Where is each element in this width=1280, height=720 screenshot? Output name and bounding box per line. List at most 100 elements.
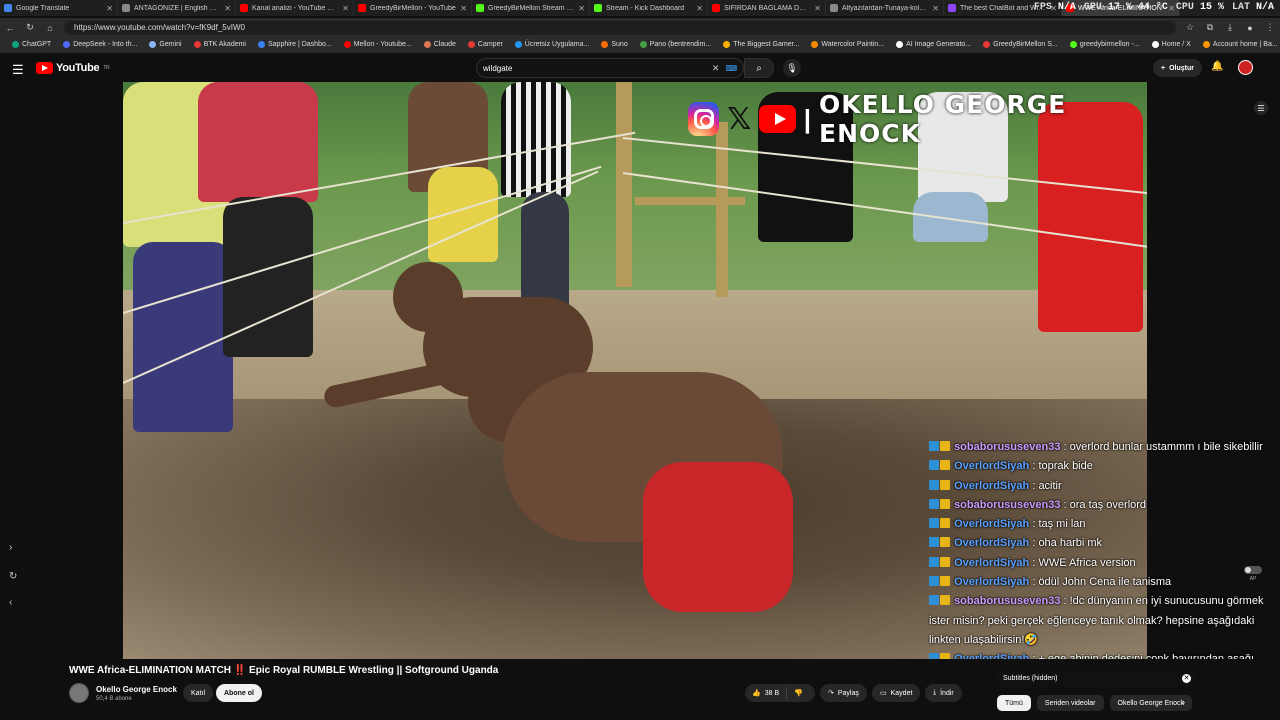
filter-chip[interactable]: Tümü: [997, 695, 1031, 711]
create-button[interactable]: + Oluştur: [1153, 59, 1202, 77]
bookmark-item[interactable]: ChatGPT: [6, 41, 57, 48]
chevron-right-icon[interactable]: ›: [9, 542, 12, 553]
bookmark-item[interactable]: Watercolor Paintin...: [805, 41, 890, 48]
subscribe-button[interactable]: Abone ol: [216, 684, 262, 702]
bookmark-item[interactable]: GreedyBirMellon S...: [977, 41, 1064, 48]
voice-search-button[interactable]: 🎙: [783, 59, 801, 77]
chat-text: ora taş overlord: [1069, 498, 1147, 511]
bookmark-item[interactable]: Gemini: [143, 41, 187, 48]
bookmark-favicon-icon: [723, 41, 731, 48]
keyboard-icon[interactable]: ⌨: [725, 64, 737, 73]
browser-tab[interactable]: GreedyBirMellon - YouTube ✕: [354, 0, 472, 16]
bookmark-item[interactable]: Account home | Ba...: [1197, 41, 1280, 48]
bookmark-label: DeepSeek - Into th...: [73, 41, 138, 48]
bookmark-item[interactable]: BTK Akademi: [188, 41, 252, 48]
search-box[interactable]: wildgate ✕ ⌨: [476, 58, 744, 78]
repeat-icon[interactable]: ↻: [9, 571, 17, 582]
subscriber-count: 50,4 B abone: [96, 696, 132, 702]
home-icon[interactable]: ⌂: [44, 23, 56, 33]
tab-close-icon[interactable]: ✕: [578, 4, 585, 13]
tab-close-icon[interactable]: ✕: [224, 4, 231, 13]
dislike-button[interactable]: 👎: [787, 689, 810, 697]
back-icon[interactable]: ←: [4, 23, 16, 33]
save-button[interactable]: ▭ Kaydet: [872, 684, 921, 702]
user-badge-icon: [940, 595, 950, 606]
bookmark-item[interactable]: Ücretsiz Uygulama...: [509, 41, 596, 48]
microphone-icon: 🎙: [786, 62, 798, 73]
bookmark-item[interactable]: Pano (bentrendim...: [634, 41, 717, 48]
extensions-icon[interactable]: ⧉: [1204, 22, 1216, 33]
profile-icon[interactable]: ●: [1244, 23, 1256, 33]
join-button[interactable]: Katıl: [183, 684, 214, 702]
chevron-left-icon[interactable]: ‹: [9, 597, 12, 608]
bookmark-item[interactable]: The Biggest Gamer...: [717, 41, 805, 48]
bookmark-item[interactable]: Sapphire | Dashbo...: [252, 41, 338, 48]
clear-search-icon[interactable]: ✕: [712, 63, 720, 74]
tab-favicon-icon: [712, 4, 720, 12]
bookmark-item[interactable]: Claude: [418, 41, 462, 48]
bookmark-star-icon[interactable]: ☆: [1184, 22, 1196, 33]
search-input[interactable]: wildgate: [483, 64, 704, 73]
reload-icon[interactable]: ↻: [24, 22, 36, 33]
tab-favicon-icon: [476, 4, 484, 12]
browser-tab[interactable]: ANTAGONIZE | English meaning ✕: [118, 0, 236, 16]
tab-close-icon[interactable]: ✕: [106, 4, 113, 13]
bookmark-label: Account home | Ba...: [1212, 41, 1278, 48]
bookmark-item[interactable]: greedybirmellon -...: [1064, 41, 1146, 48]
bookmark-label: Camper: [477, 41, 503, 48]
browser-tab[interactable]: Google Translate ✕: [0, 0, 118, 16]
filter-chip[interactable]: Seriden videolar: [1036, 695, 1104, 711]
bookmark-item[interactable]: Mellon - Youtube...: [338, 41, 418, 48]
url-field[interactable]: https://www.youtube.com/watch?v=fK9df_5v…: [64, 20, 1176, 35]
notifications-bell-icon[interactable]: 🔔: [1211, 61, 1223, 72]
channel-avatar[interactable]: [69, 683, 89, 703]
chevron-right-icon[interactable]: ›: [1182, 697, 1185, 707]
bookmark-favicon-icon: [149, 41, 157, 48]
tab-favicon-icon: [122, 4, 130, 12]
like-button[interactable]: 👍 38 B: [745, 687, 788, 699]
channel-name[interactable]: Okello George Enock: [96, 685, 177, 694]
share-label: Paylaş: [837, 689, 859, 697]
platform-badge-icon: [929, 498, 939, 509]
close-icon[interactable]: ✕: [1182, 673, 1191, 683]
platform-badge-icon: [929, 556, 939, 567]
bookmark-item[interactable]: Home / X: [1146, 41, 1197, 48]
address-bar-row: ← ↻ ⌂ https://www.youtube.com/watch?v=fK…: [0, 18, 1280, 37]
browser-tab[interactable]: GreedyBirMellon Stream - Watch ✕: [472, 0, 590, 16]
tab-close-icon[interactable]: ✕: [460, 4, 467, 13]
guide-menu-icon[interactable]: ☰: [1254, 101, 1268, 115]
browser-tab[interactable]: Kanal analizi - YouTube Studio ✕: [236, 0, 354, 16]
browser-tab[interactable]: Altyazılardan-Tunaya-kolay-nota✕: [826, 0, 944, 16]
bookmark-favicon-icon: [12, 41, 19, 48]
tab-close-icon[interactable]: ✕: [814, 4, 821, 13]
chat-username: OverlordSiyah: [954, 518, 1030, 531]
region-code: TR: [103, 65, 110, 71]
chat-text: oha harbi mk: [1038, 537, 1103, 550]
hamburger-menu-icon[interactable]: ☰: [12, 62, 24, 78]
save-label: Kaydet: [890, 689, 913, 697]
tab-close-icon[interactable]: ✕: [342, 4, 349, 13]
share-button[interactable]: ↷ Paylaş: [820, 684, 867, 702]
account-avatar[interactable]: [1238, 60, 1253, 75]
download-button[interactable]: ⤓ İndir: [925, 684, 962, 702]
chat-message: OverlordSiyah : oha harbi mk: [929, 534, 1274, 553]
bookmark-item[interactable]: Suno: [595, 41, 633, 48]
tab-favicon-icon: [4, 4, 12, 12]
bookmark-favicon-icon: [983, 41, 991, 48]
tab-close-icon[interactable]: ✕: [932, 4, 939, 13]
chat-text: toprak bide: [1038, 460, 1093, 473]
bookmark-label: Ücretsiz Uygulama...: [524, 41, 590, 48]
bookmark-item[interactable]: DeepSeek - Into th...: [57, 41, 143, 48]
menu-icon[interactable]: ⋮: [1264, 22, 1276, 33]
filter-chip[interactable]: Okello George Enock: [1109, 695, 1193, 711]
youtube-logo[interactable]: YouTube TR: [36, 62, 110, 74]
browser-tab[interactable]: Stream - Kick Dashboard ✕: [590, 0, 708, 16]
browser-tab[interactable]: SIFIRDAN BAĞLAMA DERSLERİ ✕: [708, 0, 826, 16]
download-icon[interactable]: ⤓: [1224, 22, 1236, 33]
tab-close-icon[interactable]: ✕: [696, 4, 703, 13]
bookmark-item[interactable]: AI Image Generato...: [890, 41, 977, 48]
gpu-value: 17 % 44 °C: [1107, 2, 1168, 13]
search-button[interactable]: ⌕: [744, 58, 774, 78]
chat-username: sobaborususeven33: [954, 441, 1061, 453]
bookmark-item[interactable]: Camper: [462, 41, 509, 48]
